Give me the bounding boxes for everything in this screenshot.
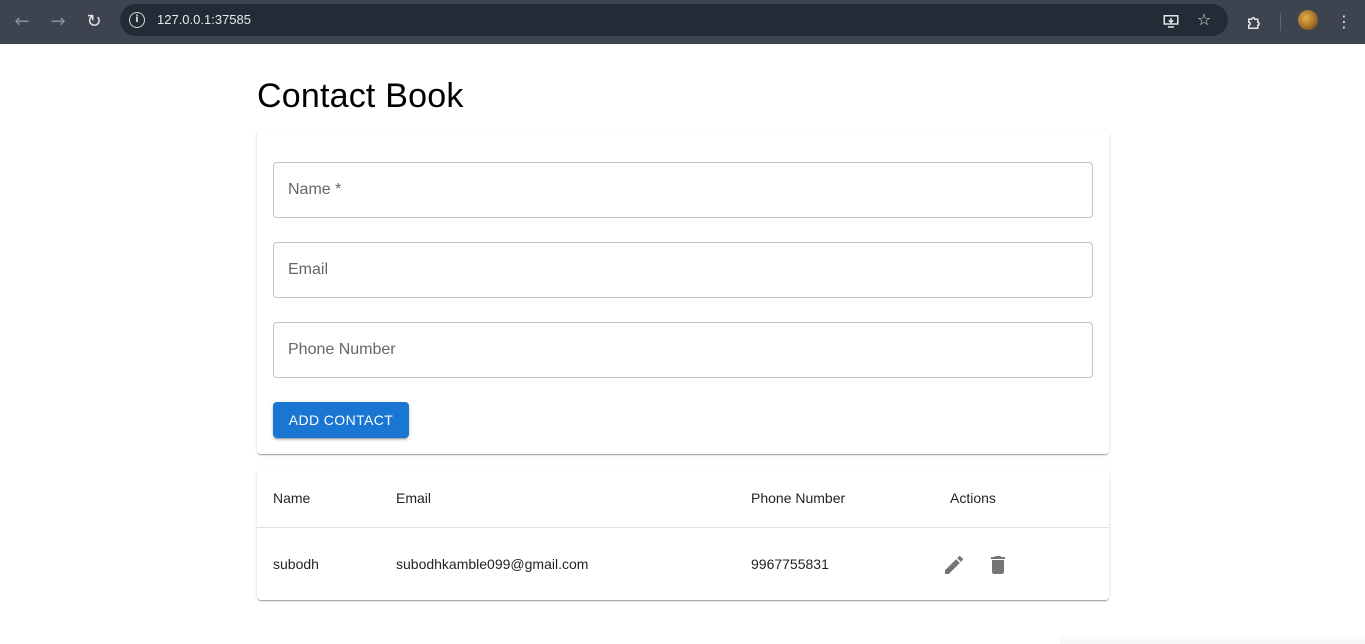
table-row: subodh subodhkamble099@gmail.com 9967755… <box>257 527 1109 600</box>
cell-name: subodh <box>273 555 319 572</box>
url-text[interactable]: 127.0.0.1:37585 <box>157 12 251 27</box>
add-contact-button[interactable]: ADD CONTACT <box>273 402 409 438</box>
star-icon[interactable]: ☆ <box>1194 10 1214 30</box>
address-bar[interactable]: i 127.0.0.1:37585 ☆ <box>120 4 1228 36</box>
phone-input[interactable] <box>274 323 1092 377</box>
name-field[interactable] <box>273 162 1093 218</box>
cell-actions <box>934 527 1109 600</box>
puzzle-icon[interactable] <box>1242 10 1266 34</box>
browser-toolbar: ← → ↻ i 127.0.0.1:37585 ☆ ⋮ <box>0 0 1365 44</box>
install-app-icon[interactable] <box>1161 10 1181 30</box>
name-input[interactable] <box>274 163 1092 217</box>
delete-icon[interactable] <box>978 544 1018 584</box>
info-icon[interactable]: i <box>129 12 145 28</box>
cell-phone: 9967755831 <box>751 555 829 572</box>
header-phone: Phone Number <box>735 470 934 528</box>
table-header-row: Name Email Phone Number Actions <box>257 470 1109 528</box>
email-input[interactable] <box>274 243 1092 297</box>
header-actions: Actions <box>934 470 1109 528</box>
phone-field[interactable] <box>273 322 1093 378</box>
header-name: Name <box>257 470 380 528</box>
contact-form-card: ADD CONTACT <box>257 130 1109 454</box>
edit-icon[interactable] <box>934 544 974 584</box>
contacts-table: Name Email Phone Number Actions subodh s… <box>257 470 1109 600</box>
toolbar-separator <box>1280 13 1281 31</box>
page-edge-shadow <box>1060 634 1365 644</box>
email-field[interactable] <box>273 242 1093 298</box>
header-email: Email <box>380 470 735 528</box>
back-button[interactable]: ← <box>10 10 34 34</box>
forward-button[interactable]: → <box>46 10 70 34</box>
contacts-table-card: Name Email Phone Number Actions subodh s… <box>257 470 1109 600</box>
reload-button[interactable]: ↻ <box>82 10 106 34</box>
profile-avatar[interactable] <box>1298 10 1318 30</box>
page-title: Contact Book <box>257 77 464 115</box>
kebab-menu-icon[interactable]: ⋮ <box>1332 10 1356 34</box>
cell-email: subodhkamble099@gmail.com <box>396 555 589 572</box>
